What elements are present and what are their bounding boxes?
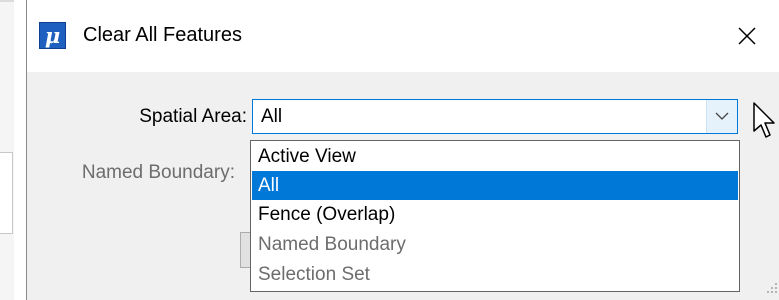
background-divider [0,0,14,2]
background-panel-box [0,152,13,234]
clear-all-features-dialog: μ Clear All Features Spatial Area: All N… [26,0,779,300]
resize-grip-icon[interactable] [764,280,778,299]
background-window [0,0,14,300]
option-all[interactable]: All [252,171,738,200]
option-active-view[interactable]: Active View [252,142,738,171]
option-named-boundary: Named Boundary [258,234,406,255]
spatial-area-dropdown-list: Active View All Fence (Overlap) Named Bo… [250,140,740,292]
spatial-area-label: Spatial Area: [139,106,247,127]
mouse-pointer-icon [752,101,778,146]
option-fence-overlap[interactable]: Fence (Overlap) [252,200,738,229]
app-mu-icon: μ [39,22,66,49]
chevron-down-icon [715,112,729,120]
svg-text:μ: μ [45,23,60,48]
spatial-area-combobox[interactable]: All [252,99,738,134]
named-boundary-label: Named Boundary: [81,162,235,183]
spatial-area-value: All [261,106,283,127]
dropdown-arrow-button[interactable] [706,100,737,133]
close-button[interactable] [729,18,765,54]
option-selection-set: Selection Set [258,264,370,285]
close-icon [738,27,756,45]
dialog-title: Clear All Features [83,24,242,46]
title-bar[interactable]: μ Clear All Features [27,0,779,72]
